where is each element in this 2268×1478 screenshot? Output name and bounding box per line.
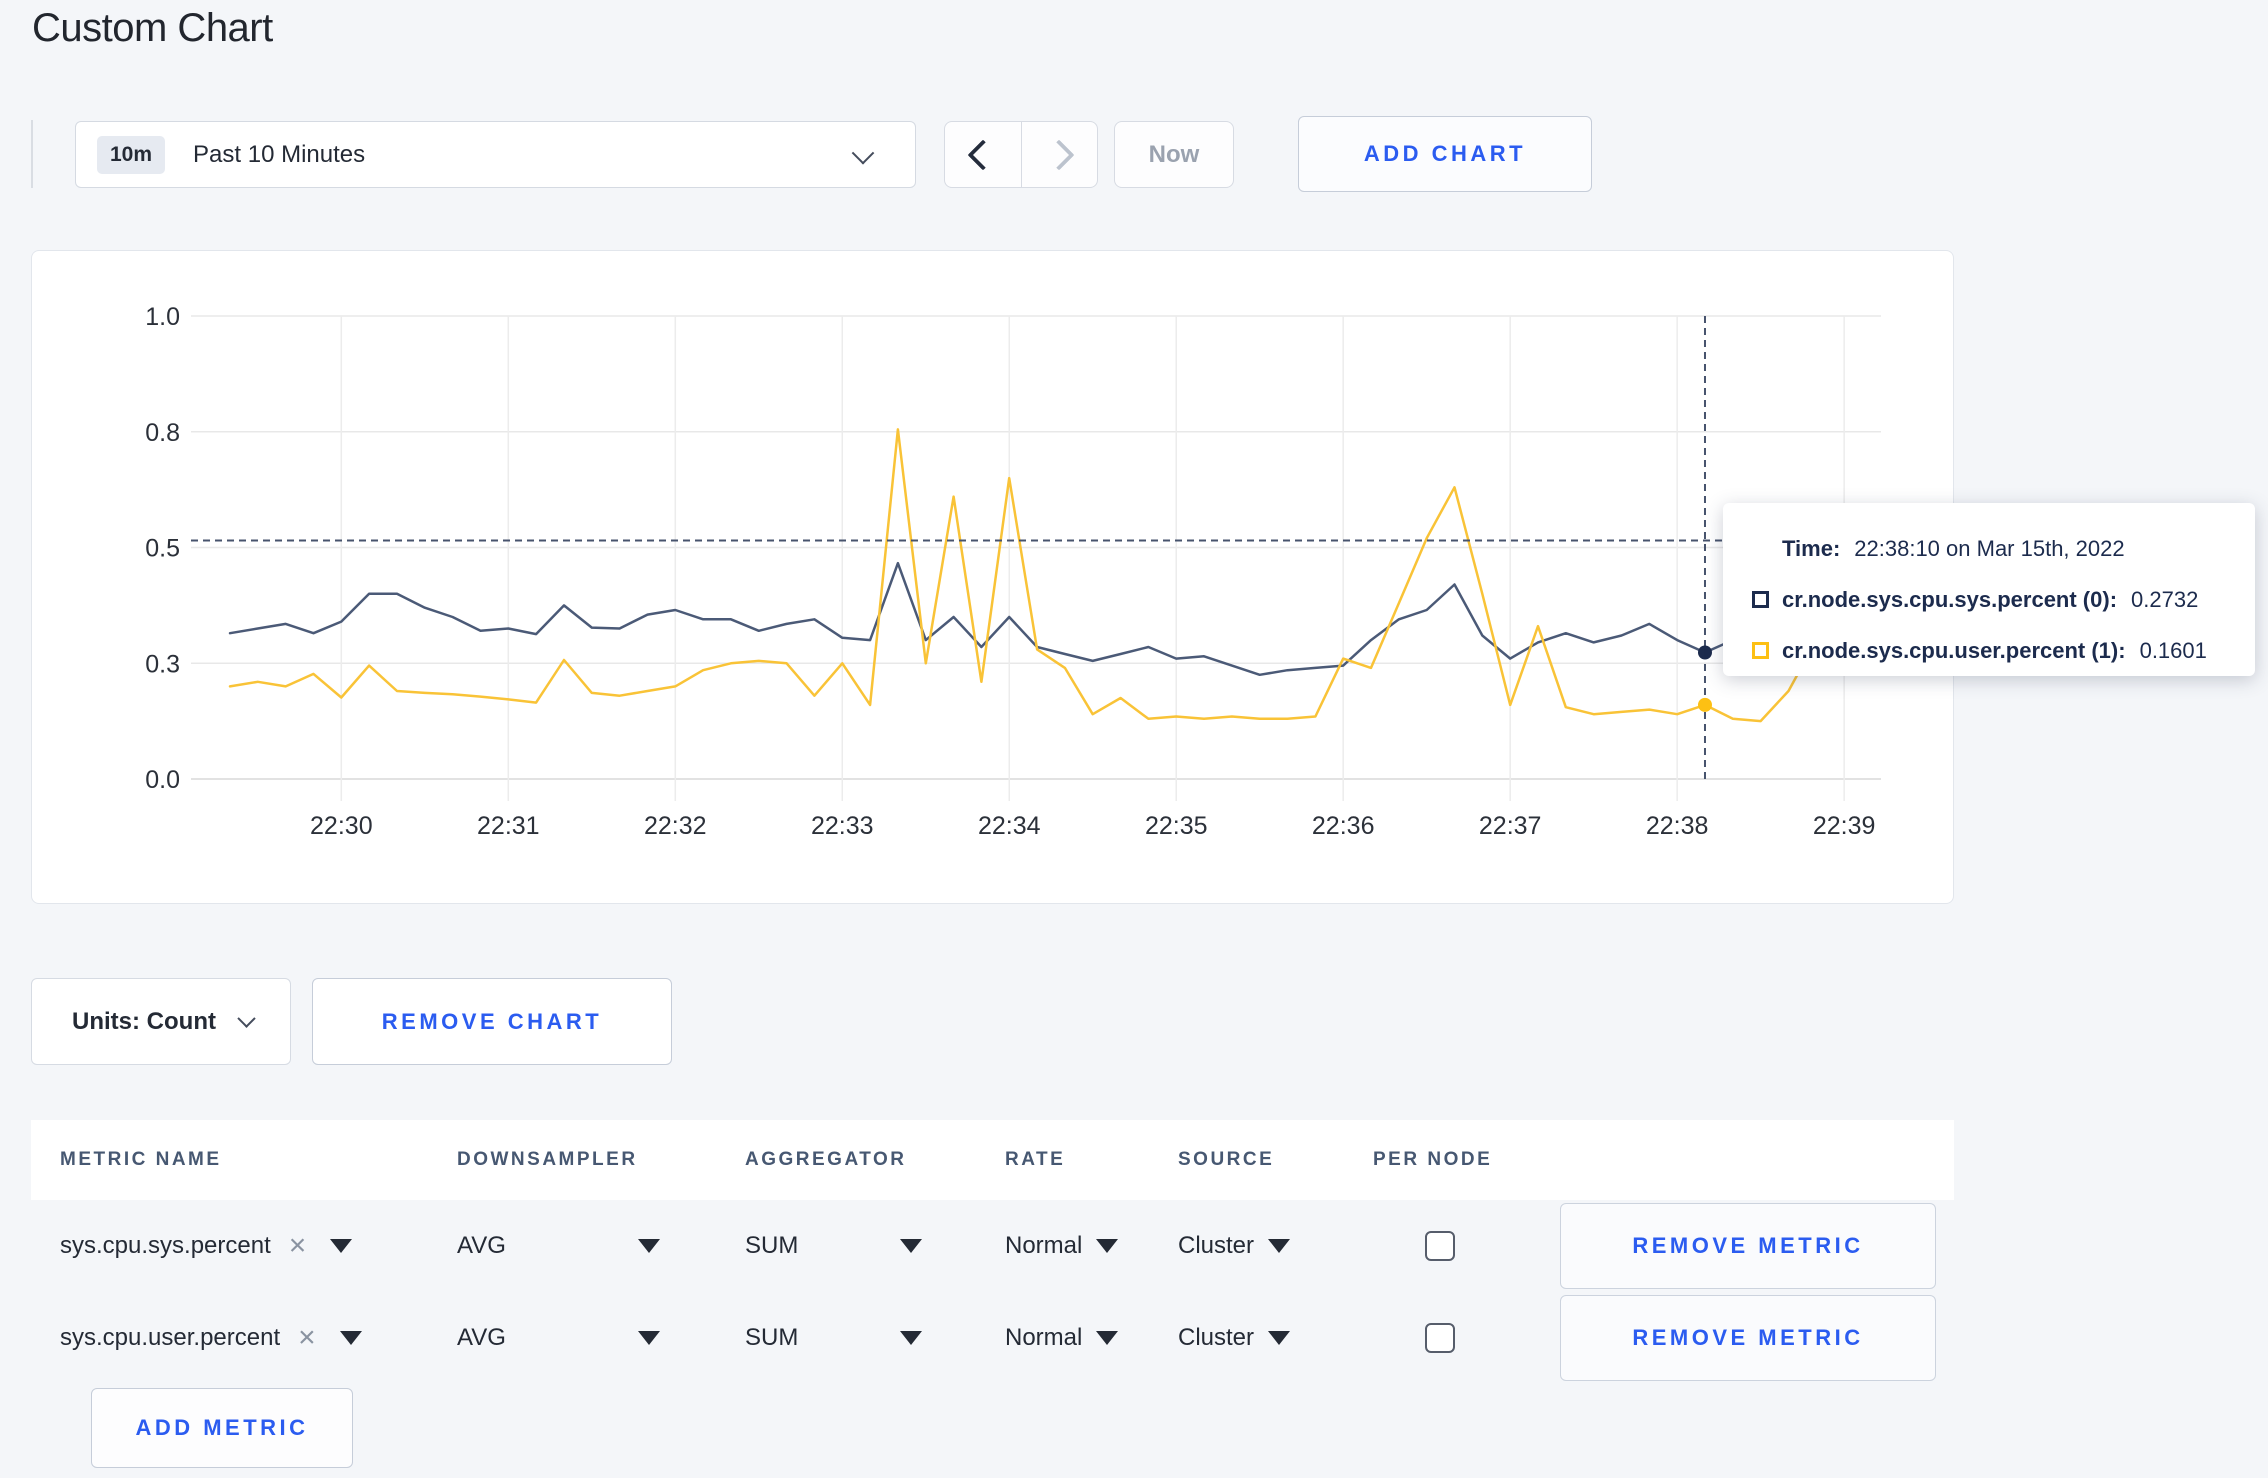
aggregator-select[interactable]: SUM [719,1324,989,1352]
metrics-table: METRIC NAME DOWNSAMPLER AGGREGATOR RATE … [31,1120,1954,1384]
aggregator-select[interactable]: SUM [719,1232,989,1260]
triangle-down-icon [637,1239,660,1253]
header-source: SOURCE [1178,1149,1275,1170]
per-node-checkbox[interactable] [1425,1323,1455,1353]
triangle-down-icon [1096,1239,1119,1253]
chart-tooltip: Time: 22:38:10 on Mar 15th, 2022 cr.node… [1723,503,2255,676]
tooltip-sys-label: cr.node.sys.cpu.sys.percent (0): [1782,586,2118,612]
svg-text:0.0: 0.0 [145,766,180,794]
header-metric-name: METRIC NAME [60,1149,222,1170]
chart-plot-area[interactable]: 0.0 0.3 0.5 0.8 1.0 22:30 22:31 22:32 22:33 22:34… [32,251,1955,905]
svg-text:22:32: 22:32 [644,812,707,840]
svg-text:0.3: 0.3 [145,650,180,678]
rate-select[interactable]: Normal [989,1232,1169,1260]
clear-metric-icon[interactable]: × [289,1231,307,1261]
triangle-down-icon [339,1331,362,1345]
header-downsampler: DOWNSAMPLER [457,1149,638,1170]
add-chart-button[interactable]: ADD CHART [1298,116,1592,192]
svg-text:22:33: 22:33 [811,812,874,840]
remove-chart-button[interactable]: REMOVE CHART [312,978,672,1065]
svg-text:22:31: 22:31 [477,812,540,840]
svg-text:22:30: 22:30 [310,812,373,840]
metric-name-value: sys.cpu.user.percent [60,1324,281,1351]
tooltip-sys-value: 0.2732 [2131,586,2199,612]
svg-text:0.8: 0.8 [145,419,180,447]
page-title: Custom Chart [32,6,273,50]
tooltip-series-row: cr.node.sys.cpu.sys.percent (0): 0.2732 [1752,574,2255,625]
add-metric-button[interactable]: ADD METRIC [91,1388,353,1468]
per-node-checkbox[interactable] [1425,1231,1455,1261]
svg-text:22:39: 22:39 [1813,812,1876,840]
time-range-dropdown[interactable]: 10m Past 10 Minutes [75,121,916,188]
metric-row: sys.cpu.user.percent × AVG SUM Normal Cl… [31,1292,1954,1384]
toolbar-divider [31,120,33,188]
svg-text:22:35: 22:35 [1145,812,1208,840]
chevron-left-icon [967,138,999,171]
triangle-down-icon [900,1239,923,1253]
remove-metric-button[interactable]: REMOVE METRIC [1560,1295,1936,1381]
triangle-down-icon [900,1331,923,1345]
header-rate: RATE [1005,1149,1066,1170]
time-range-label: Past 10 Minutes [193,140,366,168]
triangle-down-icon [1268,1239,1291,1253]
rate-select[interactable]: Normal [989,1324,1169,1352]
metric-row: sys.cpu.sys.percent × AVG SUM Normal Clu… [31,1200,1954,1292]
tooltip-user-value: 0.1601 [2139,637,2207,663]
svg-text:22:34: 22:34 [978,812,1041,840]
units-label: Units: Count [72,1007,216,1035]
tooltip-time-row: Time: 22:38:10 on Mar 15th, 2022 [1782,523,2255,574]
next-time-button[interactable] [1020,122,1098,187]
metrics-table-header: METRIC NAME DOWNSAMPLER AGGREGATOR RATE … [31,1120,1954,1200]
prev-time-button[interactable] [945,122,1021,187]
svg-text:0.5: 0.5 [145,535,180,563]
triangle-down-icon [330,1239,353,1253]
sys-percent-swatch-icon [1752,591,1769,608]
custom-chart-page: Custom Chart 10m Past 10 Minutes Now ADD… [0,0,2268,1478]
triangle-down-icon [637,1331,660,1345]
svg-text:22:37: 22:37 [1479,812,1542,840]
clear-metric-icon[interactable]: × [298,1323,316,1353]
metric-name-select[interactable]: sys.cpu.user.percent × [31,1323,431,1353]
downsampler-select[interactable]: AVG [431,1324,719,1352]
chevron-right-icon [1043,138,1075,171]
chevron-down-icon [237,1009,256,1028]
time-nav-arrows [944,121,1098,188]
header-aggregator: AGGREGATOR [745,1149,907,1170]
chart-panel: 0.0 0.3 0.5 0.8 1.0 22:30 22:31 22:32 22:33 22:34… [31,250,1954,904]
source-select[interactable]: Cluster [1169,1324,1359,1352]
chevron-down-icon [851,141,875,165]
user-percent-swatch-icon [1752,642,1769,659]
tooltip-series-row: cr.node.sys.cpu.user.percent (1): 0.1601 [1752,625,2255,676]
tooltip-user-label: cr.node.sys.cpu.user.percent (1): [1782,637,2126,663]
triangle-down-icon [1096,1331,1119,1345]
tooltip-time-label: Time: [1782,535,1841,561]
time-range-badge: 10m [97,135,166,174]
remove-metric-button[interactable]: REMOVE METRIC [1560,1203,1936,1289]
now-button[interactable]: Now [1114,121,1234,188]
svg-text:1.0: 1.0 [145,303,180,331]
svg-text:22:36: 22:36 [1312,812,1375,840]
metric-name-select[interactable]: sys.cpu.sys.percent × [31,1231,431,1261]
tooltip-time-value: 22:38:10 on Mar 15th, 2022 [1854,535,2125,561]
source-select[interactable]: Cluster [1169,1232,1359,1260]
triangle-down-icon [1268,1331,1291,1345]
metric-name-value: sys.cpu.sys.percent [60,1232,271,1259]
header-per-node: PER NODE [1373,1149,1493,1170]
svg-text:22:38: 22:38 [1646,812,1709,840]
units-dropdown[interactable]: Units: Count [31,978,291,1065]
downsampler-select[interactable]: AVG [431,1232,719,1260]
